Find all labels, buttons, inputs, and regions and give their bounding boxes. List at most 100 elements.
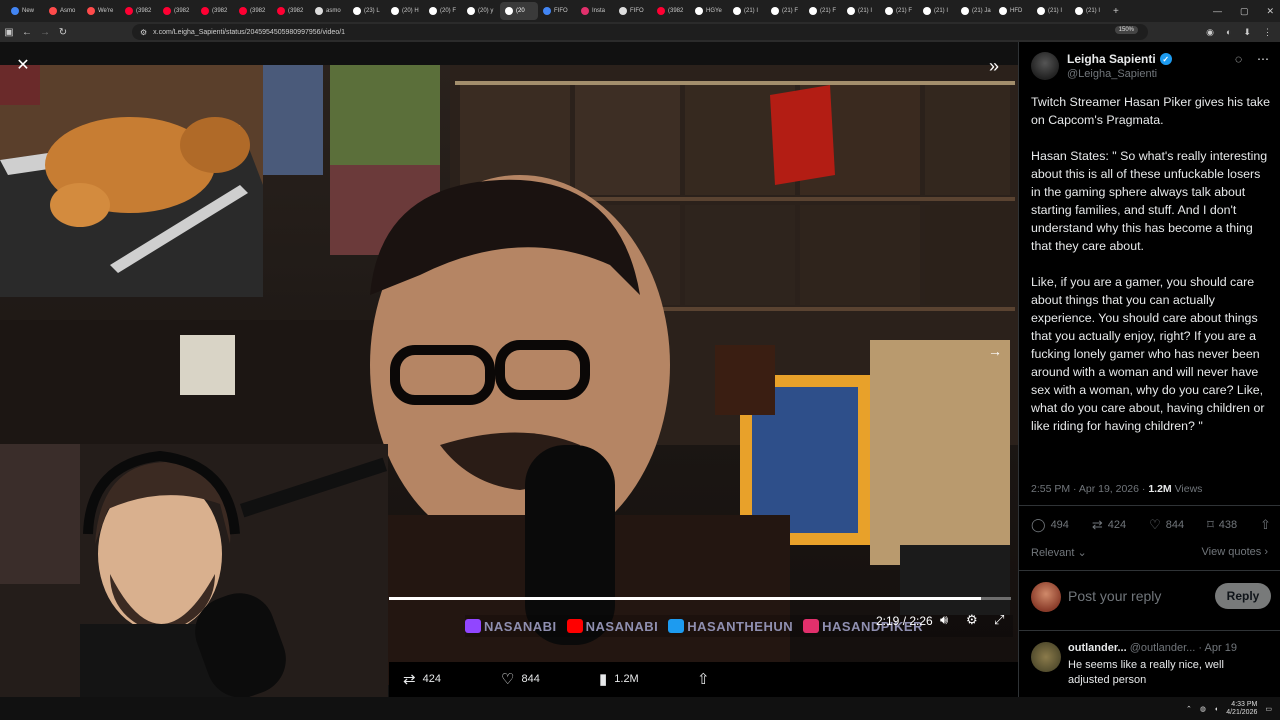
address-bar[interactable]: ⚙ x.com/Leigha_Sapienti/status/204595450… [132,24,1148,40]
browser-tab[interactable]: (21) I [1070,2,1108,20]
post-timestamp[interactable]: 2:55 PM · Apr 19, 2026 · [1031,483,1148,495]
maximize-icon[interactable]: ▢ [1240,6,1249,17]
browser-tab[interactable]: HGYe [690,2,728,20]
close-icon[interactable]: ✕ [12,54,34,76]
grok-icon[interactable]: ◌ [1235,52,1242,66]
browser-tab[interactable]: (3982 [234,2,272,20]
author-handle[interactable]: @Leigha_Sapienti [1067,68,1157,80]
bookmark-count: 438 [1218,519,1238,531]
browser-tab[interactable]: (3982 [120,2,158,20]
browser-tab[interactable]: (3982 [652,2,690,20]
clock[interactable]: 4:33 PM 4/21/2026 [1226,701,1257,717]
avatar[interactable] [1031,642,1061,672]
views-action[interactable]: ▮ 1.2M [599,670,639,688]
share-action[interactable]: ⇧ [1260,515,1271,535]
settings-icon[interactable]: ⚙ [966,612,978,628]
repost-action[interactable]: ⇄ 424 [1092,515,1126,535]
share-action[interactable]: ⇧ [697,670,710,688]
next-media-icon[interactable]: → [984,340,1006,362]
platform-logo-icon [465,619,481,633]
minimize-icon[interactable]: — [1213,6,1222,16]
browser-tab[interactable]: (21) I [918,2,956,20]
browser-tab[interactable]: (20) y [462,2,500,20]
tab-label: asmo [326,8,341,14]
browser-tab[interactable]: FIFO [538,2,576,20]
download-icon[interactable]: ⬇ [1243,27,1251,38]
platform-logo-icon [566,619,583,633]
browser-tab[interactable]: New [6,2,44,20]
avatar[interactable] [1031,52,1059,80]
new-tab-icon[interactable]: + [1108,2,1124,20]
browser-tab[interactable]: (21) I [728,2,766,20]
browser-tab[interactable]: (20) H [386,2,424,20]
reply-action[interactable]: ◯ 494 [1031,515,1069,535]
comment-date[interactable]: · Apr 19 [1198,642,1237,654]
browser-tab[interactable]: HFD [994,2,1032,20]
view-quotes-link[interactable]: View quotes › [1202,546,1268,558]
browser-tab[interactable]: (21) I [1032,2,1070,20]
browser-tab[interactable]: FIFO [614,2,652,20]
tab-favicon-icon [543,7,551,15]
browser-tab[interactable]: (23) L [348,2,386,20]
browser-tab[interactable]: (21) Ja [956,2,994,20]
site-info-icon[interactable]: ⚙ [140,28,147,37]
network-icon[interactable]: ◍ [1200,705,1206,713]
sidebar-toggle-icon[interactable]: ▣ [0,27,18,38]
browser-tab[interactable]: asmo [310,2,348,20]
browser-tab[interactable]: Asmo [44,2,82,20]
reply-input[interactable]: Post your reply [1068,588,1161,604]
clock-time: 4:33 PM [1231,701,1258,708]
notification-icon[interactable]: ▭ [1265,705,1272,713]
author-name[interactable]: Leigha Sapienti ✓ [1067,52,1172,66]
browser-tab[interactable]: (3982 [272,2,310,20]
close-window-icon[interactable]: ✕ [1266,6,1274,17]
tab-label: FIFO [630,8,644,14]
chevron-down-icon: ⌄ [1077,547,1087,559]
repost-action[interactable]: ⇄ 424 [403,670,441,688]
browser-tab[interactable]: (20 [500,2,538,20]
browser-tab[interactable]: (3982 [196,2,234,20]
view-count: 1.2M [614,673,639,685]
volume-icon[interactable]: 🔊︎ [940,612,948,628]
menu-icon[interactable]: ⋮ [1263,27,1272,38]
volume-icon[interactable]: ◖ [1214,706,1218,713]
browser-tab[interactable]: (3982 [158,2,196,20]
collapse-sidebar-icon[interactable]: » [982,54,1006,78]
sort-dropdown[interactable]: Relevant ⌄ [1031,546,1087,559]
browser-tab[interactable]: Insta [576,2,614,20]
list-item[interactable]: outlander... @outlander... · Apr 19 He s… [1031,640,1271,690]
browser-tab[interactable]: (20) F [424,2,462,20]
video-progress-bar[interactable] [389,597,1011,600]
comment-text: He seems like a really nice, well adjust… [1068,659,1224,686]
bar-chart-icon: ▮ [599,671,608,688]
extension-icon[interactable]: ◉ [1206,27,1214,38]
like-action[interactable]: ♡ 844 [1149,515,1184,535]
browser-tab[interactable]: We're [82,2,120,20]
browser-tab[interactable]: (21) F [880,2,918,20]
reply-composer: Post your reply Reply [1031,580,1271,614]
bookmark-action[interactable]: ⌑ 438 [1207,515,1237,535]
reload-icon[interactable]: ↻ [54,27,72,38]
like-action[interactable]: ♡ 844 [501,670,540,688]
share-icon: ⇧ [1260,517,1271,532]
url-text: x.com/Leigha_Sapienti/status/20459545059… [153,28,346,36]
browser-tab[interactable]: (21) F [766,2,804,20]
tab-label: (20) H [402,8,419,14]
profile-icon[interactable]: ◐ [1226,27,1231,37]
comment-author[interactable]: outlander... [1068,642,1127,654]
forward-icon[interactable]: → [36,27,54,38]
browser-tab[interactable]: (21) I [842,2,880,20]
comment-handle[interactable]: @outlander... [1130,642,1196,654]
browser-toolbar: ▣ ← → ↻ ⚙ x.com/Leigha_Sapienti/status/2… [0,22,1280,42]
zoom-badge[interactable]: 150% [1114,26,1138,34]
back-icon[interactable]: ← [18,27,36,38]
browser-tab[interactable]: (21) F [804,2,842,20]
tab-favicon-icon [847,7,855,15]
platform-logo-icon [803,619,820,633]
browser-extensions: ◉ ◐ ⬇ ⋮ [1206,22,1272,42]
chevron-up-icon[interactable]: ⌃ [1186,705,1192,713]
fullscreen-icon[interactable]: ⤢ [994,612,1004,628]
more-options-icon[interactable]: ⋯ [1257,52,1269,66]
avatar [1031,582,1061,612]
reply-button[interactable]: Reply [1215,583,1271,609]
